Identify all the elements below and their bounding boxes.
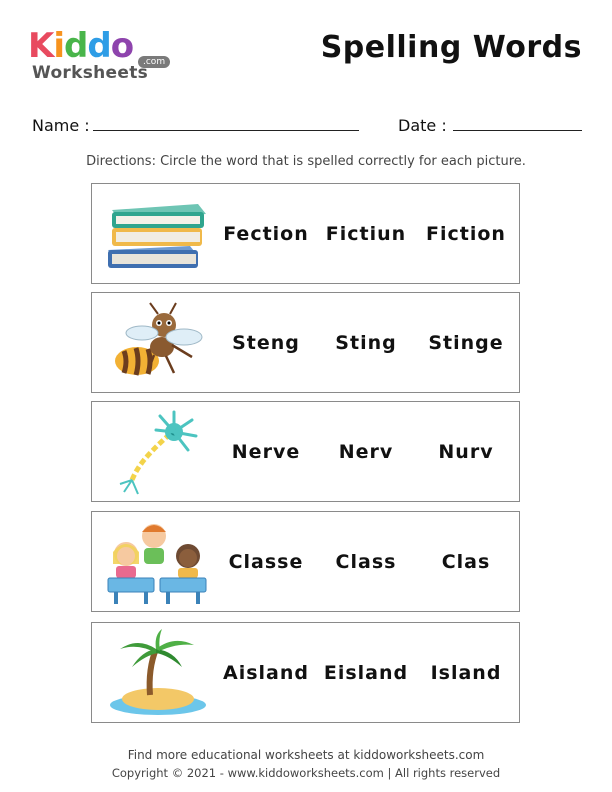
brand-wordmark: Kiddo (28, 26, 134, 66)
word-option[interactable]: Fictiun (316, 184, 416, 283)
books-icon (108, 204, 206, 268)
brand-letter: K (28, 26, 54, 66)
brand-subtitle: Worksheets (32, 63, 149, 83)
page-title: Spelling Words (320, 30, 582, 65)
question-row: Classe Class Clas (91, 511, 520, 612)
word-option[interactable]: Classe (216, 512, 316, 611)
word-option[interactable]: Eisland (316, 623, 416, 722)
bee-icon (115, 302, 203, 376)
question-row: Steng Sting Stinge (91, 292, 520, 393)
question-row: Nerve Nerv Nurv (91, 401, 520, 502)
name-label: Name : (32, 116, 90, 135)
classroom-kids-icon (107, 524, 207, 604)
brand-letter: o (110, 26, 134, 66)
footer-copyright: Copyright © 2021 - www.kiddoworksheets.c… (111, 766, 501, 780)
question-row: Aisland Eisland Island (91, 622, 520, 723)
word-option[interactable]: Island (416, 623, 516, 722)
brand-logo: Kiddo Worksheets .com (28, 26, 178, 86)
brand-letter: d (64, 26, 88, 66)
footer-promo: Find more educational worksheets at kidd… (127, 748, 485, 762)
word-option[interactable]: Fiction (416, 184, 516, 283)
word-option[interactable]: Stinge (416, 293, 516, 392)
word-option[interactable]: Steng (216, 293, 316, 392)
word-option[interactable]: Nurv (416, 402, 516, 501)
date-field[interactable] (453, 130, 582, 131)
palm-island-icon (110, 629, 206, 715)
neuron-icon (119, 410, 198, 495)
word-option[interactable]: Clas (416, 512, 516, 611)
word-option[interactable]: Sting (316, 293, 416, 392)
directions-text: Directions: Circle the word that is spel… (86, 154, 526, 169)
brand-letter: i (53, 26, 65, 66)
date-label: Date : (398, 116, 447, 135)
question-row: Fection Fictiun Fiction (91, 183, 520, 284)
brand-domain-badge: .com (138, 56, 171, 68)
word-option[interactable]: Class (316, 512, 416, 611)
word-option[interactable]: Nerve (216, 402, 316, 501)
brand-letter: d (87, 26, 111, 66)
name-field[interactable] (93, 130, 359, 131)
word-option[interactable]: Fection (216, 184, 316, 283)
word-option[interactable]: Nerv (316, 402, 416, 501)
word-option[interactable]: Aisland (216, 623, 316, 722)
